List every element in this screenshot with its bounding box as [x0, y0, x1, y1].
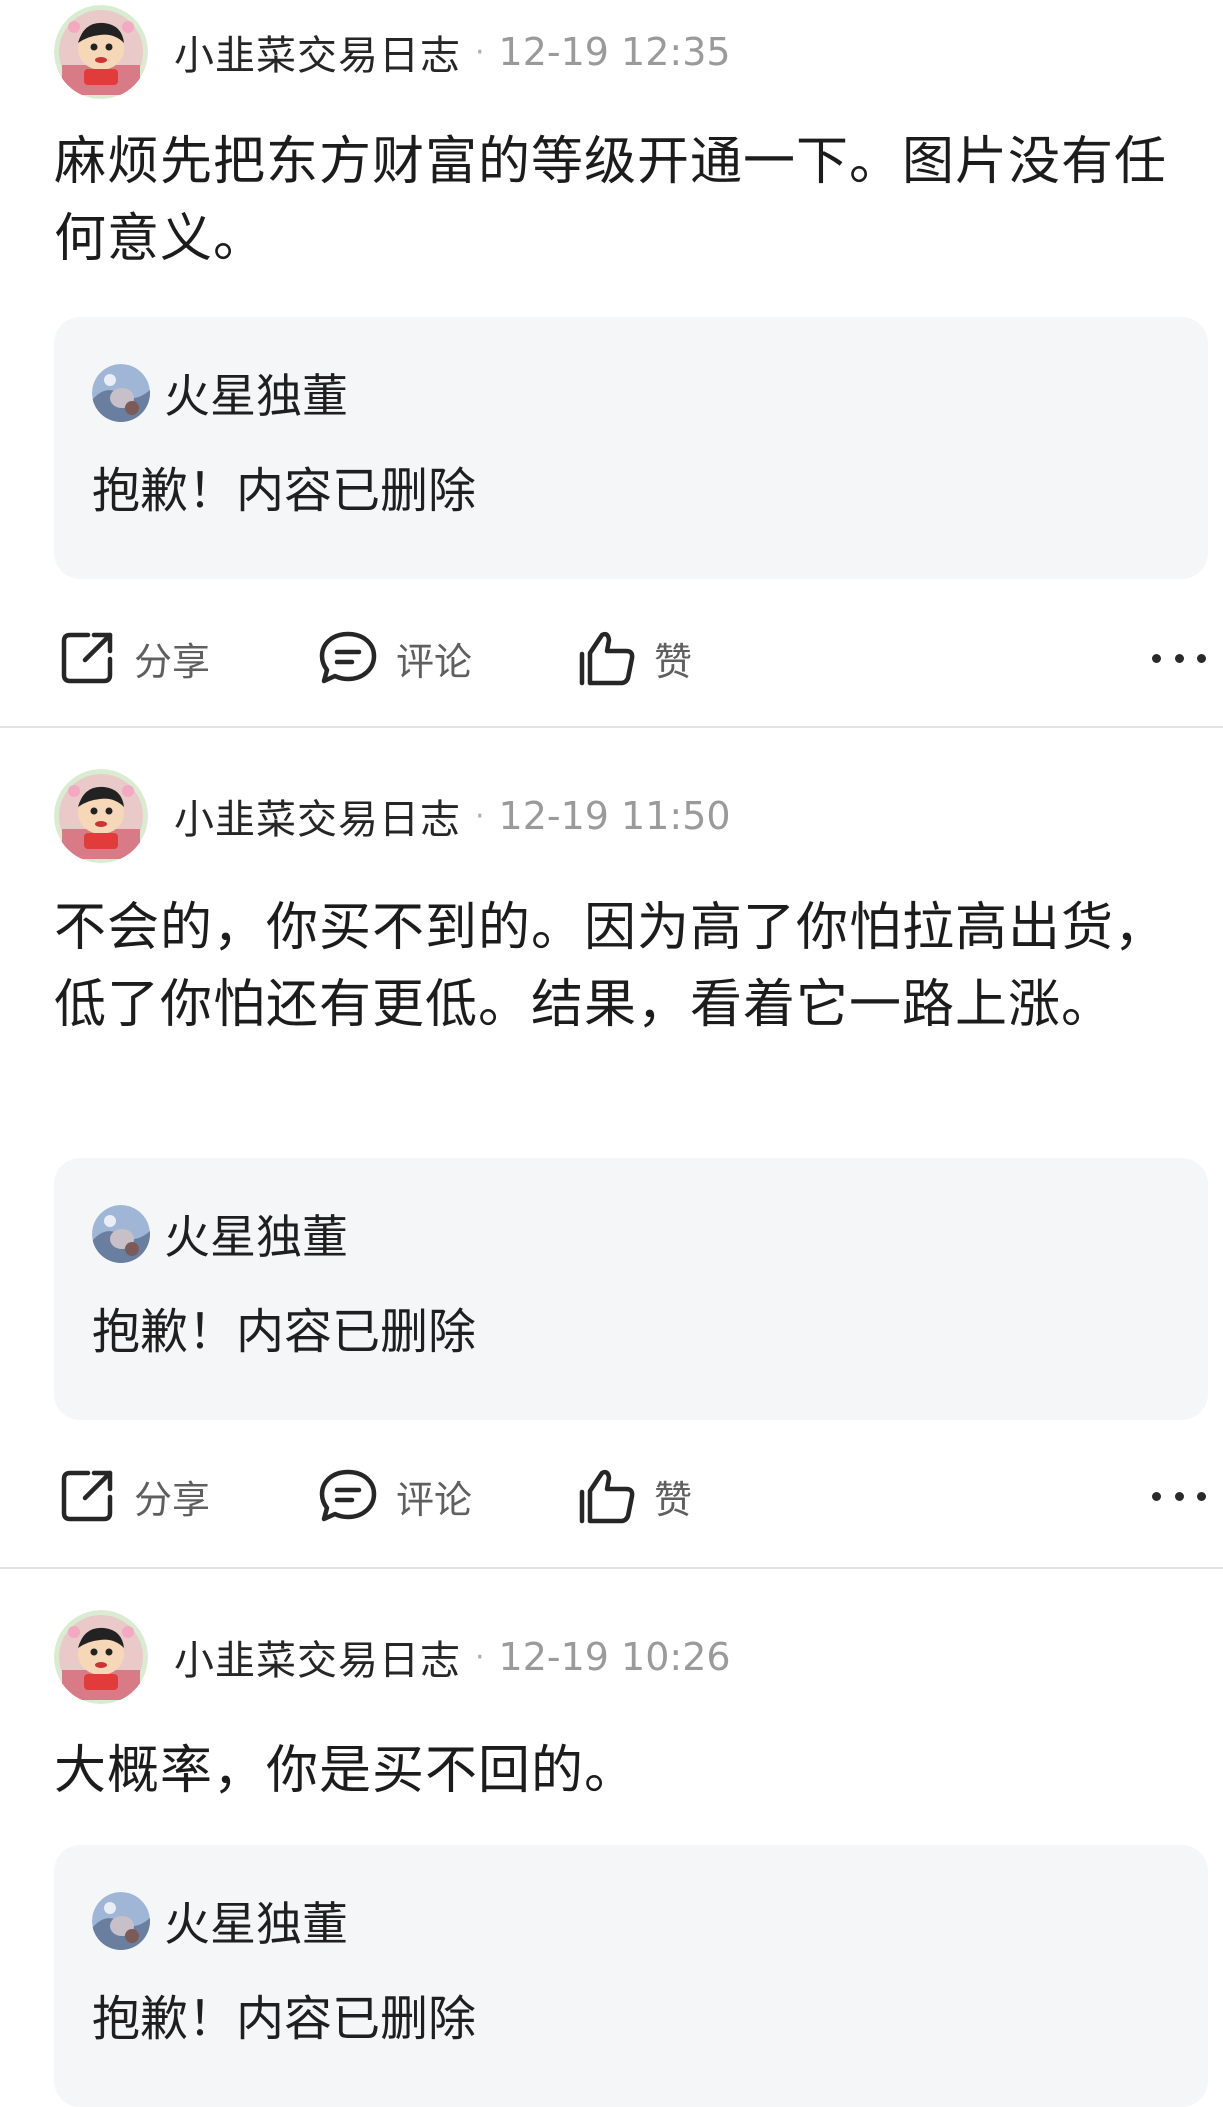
quote-author-name[interactable]: 火星独董	[164, 1888, 348, 1954]
quote-text: 抱歉！内容已删除	[92, 1991, 477, 2047]
author-avatar[interactable]	[54, 5, 148, 99]
post-text[interactable]: 不会的，你买不到的。因为高了你怕拉高出货，低了你怕还有更低。结果，看着它一路上涨…	[54, 890, 1174, 1044]
comment-button[interactable]: 评论	[318, 620, 472, 696]
post-text[interactable]: 大概率，你是买不回的。	[54, 1733, 1174, 1810]
like-label: 赞	[654, 1477, 693, 1522]
separator-dot: ·	[475, 34, 485, 70]
quote-header: 火星独董	[92, 1204, 348, 1264]
author-avatar[interactable]	[54, 1610, 148, 1704]
share-label: 分享	[134, 639, 211, 684]
divider	[0, 726, 1223, 728]
quote-header: 火星独董	[92, 1891, 348, 1951]
share-icon	[58, 629, 116, 687]
quote-header: 火星独董	[92, 363, 348, 423]
author-name[interactable]: 小韭菜交易日志	[174, 23, 461, 81]
action-bar: 分享 评论 赞	[54, 1458, 1206, 1534]
quote-author-avatar	[92, 364, 150, 422]
share-icon	[58, 1467, 116, 1525]
like-label: 赞	[654, 639, 693, 684]
quoted-post[interactable]: 火星独董 抱歉！内容已删除	[54, 1845, 1208, 2107]
author-avatar[interactable]	[54, 769, 148, 863]
divider	[0, 1567, 1223, 1569]
quote-author-avatar	[92, 1205, 150, 1263]
quoted-post[interactable]: 火星独董 抱歉！内容已删除	[54, 317, 1208, 579]
post-time: 12-19 12:35	[498, 30, 731, 74]
share-button[interactable]: 分享	[58, 620, 210, 696]
quote-author-avatar	[92, 1892, 150, 1950]
quote-author-name[interactable]: 火星独董	[164, 1201, 348, 1267]
separator-dot: ·	[475, 798, 485, 834]
more-icon[interactable]	[1152, 620, 1206, 696]
author-name[interactable]: 小韭菜交易日志	[174, 1628, 461, 1686]
quoted-post[interactable]: 火星独董 抱歉！内容已删除	[54, 1158, 1208, 1420]
post-text[interactable]: 麻烦先把东方财富的等级开通一下。图片没有任何意义。	[54, 124, 1174, 278]
comment-button[interactable]: 评论	[318, 1458, 472, 1534]
author-name[interactable]: 小韭菜交易日志	[174, 787, 461, 845]
like-button[interactable]: 赞	[578, 1458, 692, 1534]
thumbs-up-icon	[578, 1467, 636, 1525]
post-header: 小韭菜交易日志 · 12-19 10:26	[54, 1609, 731, 1705]
comment-label: 评论	[396, 1477, 473, 1522]
quote-author-name[interactable]: 火星独董	[164, 360, 348, 426]
thumbs-up-icon	[578, 629, 636, 687]
post-header: 小韭菜交易日志 · 12-19 12:35	[54, 4, 731, 100]
post-time: 12-19 10:26	[498, 1635, 731, 1679]
action-bar: 分享 评论 赞	[54, 620, 1206, 696]
post-time: 12-19 11:50	[498, 794, 731, 838]
share-button[interactable]: 分享	[58, 1458, 210, 1534]
separator-dot: ·	[475, 1639, 485, 1675]
more-icon[interactable]	[1152, 1458, 1206, 1534]
quote-text: 抱歉！内容已删除	[92, 1304, 477, 1360]
comment-icon	[318, 1467, 378, 1525]
comment-label: 评论	[396, 639, 473, 684]
share-label: 分享	[134, 1477, 211, 1522]
comment-icon	[318, 629, 378, 687]
like-button[interactable]: 赞	[578, 620, 692, 696]
post-header: 小韭菜交易日志 · 12-19 11:50	[54, 768, 731, 864]
quote-text: 抱歉！内容已删除	[92, 463, 477, 519]
